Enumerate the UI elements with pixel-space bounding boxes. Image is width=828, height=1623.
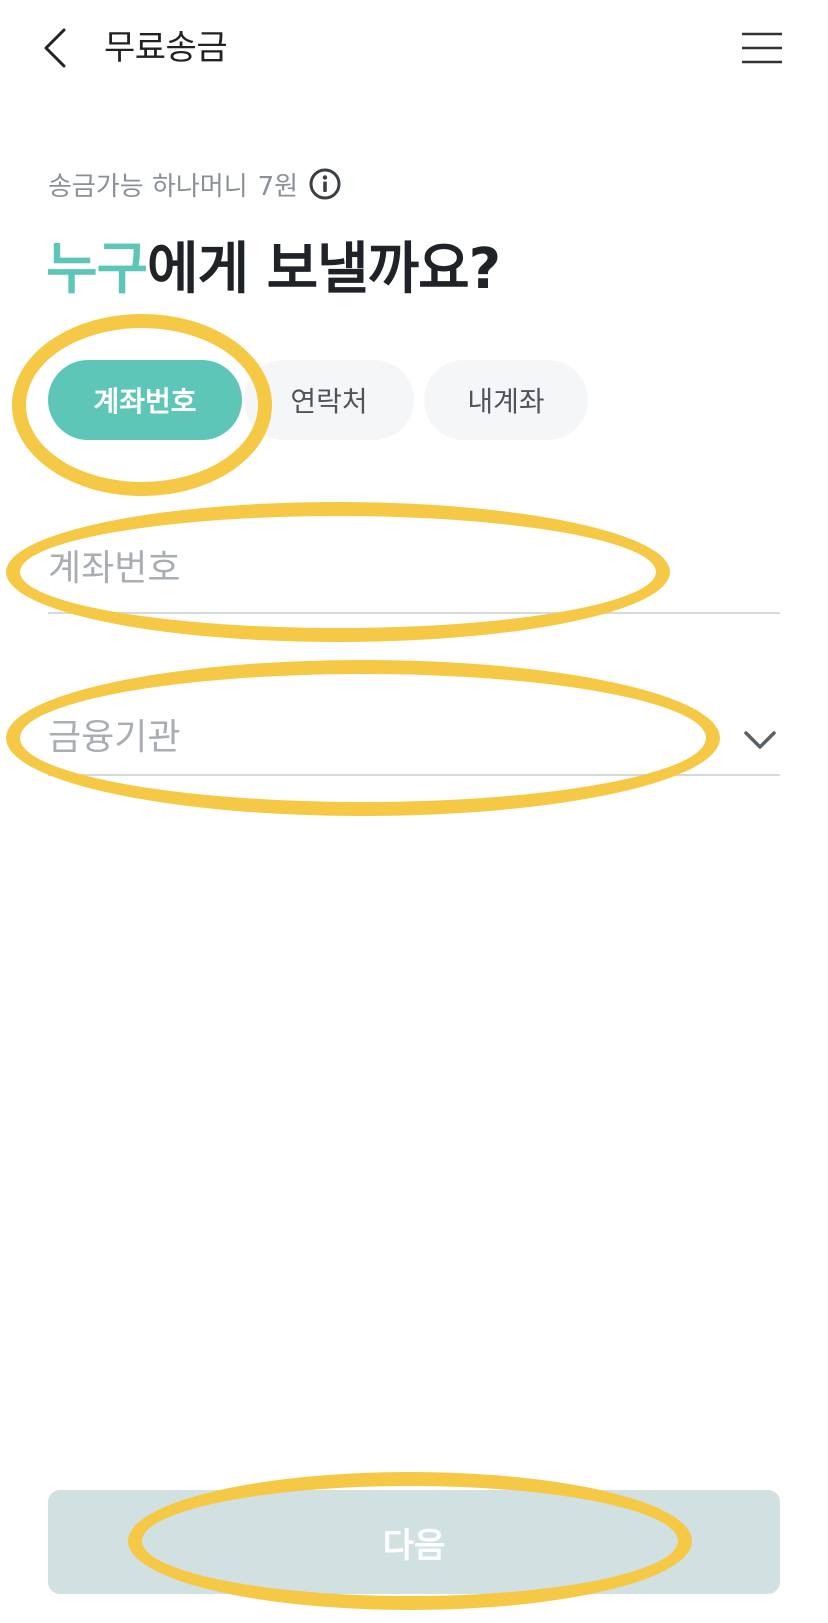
chevron-down-icon	[744, 731, 776, 749]
balance-amount: 7원	[257, 171, 299, 202]
account-number-field	[48, 548, 780, 614]
account-number-input[interactable]	[48, 548, 780, 589]
tab-my-account[interactable]: 내계좌	[424, 360, 588, 440]
chevron-left-icon	[44, 28, 66, 68]
bank-select[interactable]: 금융기관	[48, 708, 780, 776]
back-button[interactable]	[36, 24, 76, 72]
page-title: 무료송금	[104, 28, 228, 68]
tab-account-number[interactable]: 계좌번호	[48, 360, 242, 440]
question-heading: 누구에게 보낼까요?	[46, 224, 501, 305]
menu-button[interactable]	[740, 28, 784, 68]
app-header: 무료송금	[0, 0, 828, 96]
question-rest: 에게 보낼까요?	[147, 237, 501, 302]
bank-select-placeholder: 금융기관	[48, 717, 181, 758]
hamburger-menu-icon	[742, 32, 782, 64]
info-icon[interactable]	[308, 167, 342, 201]
tab-contacts[interactable]: 연락처	[244, 360, 414, 440]
next-button[interactable]: 다음	[48, 1490, 780, 1594]
balance-label: 송금가능 하나머니	[48, 171, 248, 202]
question-accent: 누구	[46, 237, 148, 302]
balance-row: 송금가능 하나머니 7원	[48, 164, 342, 204]
page: 무료송금 송금가능 하나머니 7원 누구에게 보낼까요? 계좌번호 연락처 내계…	[0, 0, 828, 1623]
